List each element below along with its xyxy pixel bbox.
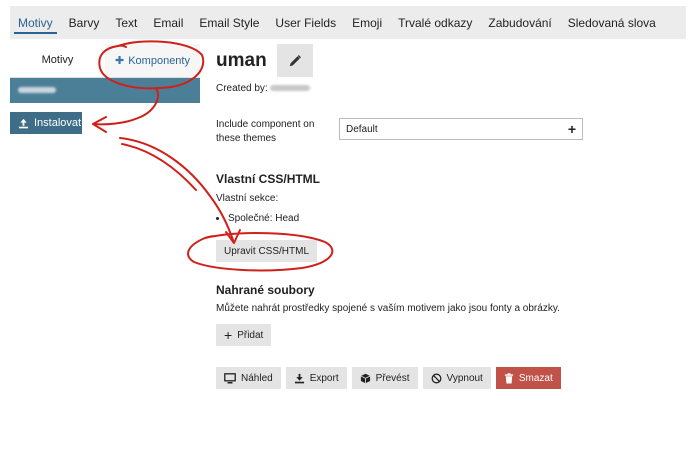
plus-icon: + <box>567 121 576 137</box>
convert-button[interactable]: Převést <box>351 367 418 389</box>
redacted-theme-name <box>18 87 56 93</box>
install-label: Instalovat <box>34 117 82 129</box>
custom-css-heading: Vlastní CSS/HTML <box>216 172 321 186</box>
delete-button[interactable]: Smazat <box>495 367 561 389</box>
upload-icon <box>18 118 29 128</box>
edit-name-button[interactable] <box>276 44 313 77</box>
custom-sections-list: Společné: Head <box>228 213 320 224</box>
ban-icon <box>431 373 441 383</box>
tab-email[interactable]: Email <box>145 6 191 39</box>
tab-user-fields[interactable]: User Fields <box>267 6 344 39</box>
theme-title: uman <box>216 49 267 71</box>
disable-label: Vypnout <box>446 372 483 384</box>
edit-css-html-button[interactable]: Upravit CSS/HTML <box>216 240 318 262</box>
delete-label: Smazat <box>518 372 553 384</box>
redacted-author <box>270 85 311 92</box>
add-upload-button[interactable]: + Přidat <box>216 324 272 346</box>
tab-motivy[interactable]: Motivy <box>10 6 61 39</box>
tab-themes[interactable]: Motivy <box>10 44 105 77</box>
include-select-value: Default <box>346 123 378 135</box>
download-icon <box>294 373 304 383</box>
created-by: Created by: <box>216 83 676 94</box>
disable-button[interactable]: Vypnout <box>422 367 491 389</box>
admin-customize-nav: Motivy Barvy Text Email Email Style User… <box>10 6 686 39</box>
uploads-heading: Nahrané soubory <box>216 283 315 297</box>
plus-icon: + <box>224 327 233 343</box>
themes-sidebar: Motivy ✚ Komponenty Instalovat <box>10 44 200 134</box>
preview-label: Náhled <box>241 372 273 384</box>
annotation-inner-curve <box>121 143 197 191</box>
tab-emoji[interactable]: Emoji <box>344 6 390 39</box>
uploads-description: Můžete nahrát prostředky spojené s vaším… <box>216 303 560 314</box>
created-by-label: Created by: <box>216 83 268 94</box>
export-label: Export <box>309 372 339 384</box>
tab-watched-words[interactable]: Sledovaná slova <box>560 6 664 39</box>
cube-icon <box>360 373 370 383</box>
convert-label: Převést <box>375 372 410 384</box>
add-upload-label: Přidat <box>237 329 264 341</box>
desktop-icon <box>224 372 236 383</box>
tab-permalinks[interactable]: Trvalé odkazy <box>390 6 480 39</box>
title-row: uman <box>216 44 676 77</box>
tab-components[interactable]: ✚ Komponenty <box>105 44 200 77</box>
trash-icon <box>504 372 513 384</box>
list-item: Společné: Head <box>228 213 320 224</box>
uploads-section: Nahrané soubory Můžete nahrát prostředky… <box>216 283 560 314</box>
custom-css-section: Vlastní CSS/HTML Vlastní sekce: Společné… <box>216 172 320 224</box>
theme-list-item-selected[interactable] <box>10 78 200 103</box>
tab-text[interactable]: Text <box>107 6 145 39</box>
theme-detail: uman Created by: Include component on th… <box>216 44 676 389</box>
sidebar-tabs: Motivy ✚ Komponenty <box>10 44 200 78</box>
preview-button[interactable]: Náhled <box>216 367 281 389</box>
custom-sections-label: Vlastní sekce: <box>216 193 279 204</box>
tab-embedding[interactable]: Zabudování <box>480 6 559 39</box>
include-component-row: Include component on these themes Defaul… <box>216 118 583 146</box>
pencil-icon <box>289 54 301 66</box>
tab-barvy[interactable]: Barvy <box>61 6 108 39</box>
tab-email-style[interactable]: Email Style <box>191 6 267 39</box>
install-button[interactable]: Instalovat <box>10 112 82 134</box>
theme-actions: Náhled Export Převést Vypnout Smazat <box>216 367 566 389</box>
include-label: Include component on these themes <box>216 119 315 144</box>
export-button[interactable]: Export <box>285 367 347 389</box>
puzzle-icon: ✚ <box>115 55 125 67</box>
annotation-arrowhead-install <box>92 116 107 133</box>
include-themes-select[interactable]: Default + <box>339 118 583 140</box>
tab-components-label: Komponenty <box>128 54 190 67</box>
